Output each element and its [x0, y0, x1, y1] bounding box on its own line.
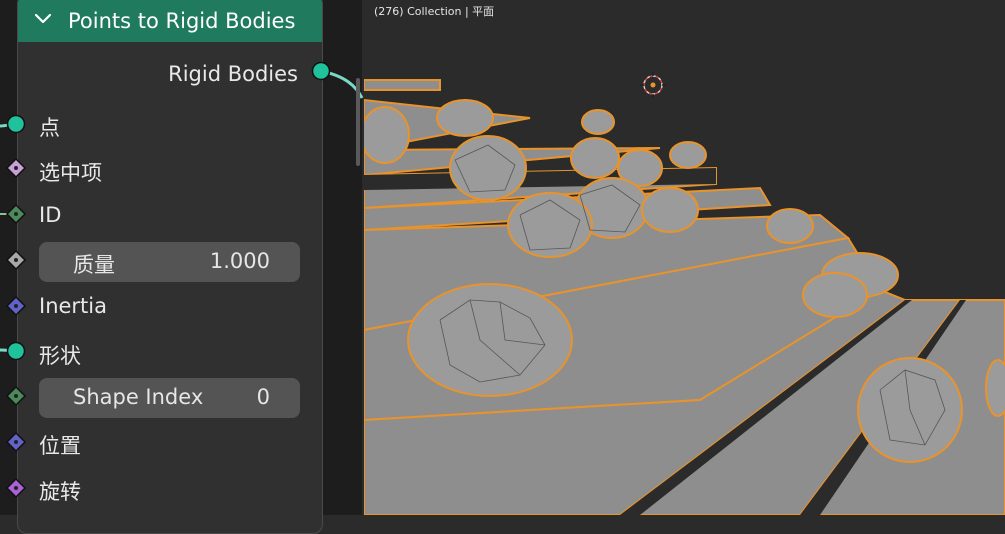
viewport-header-text: (276) Collection | 平面 [374, 5, 495, 18]
node-editor-scrollbar[interactable] [356, 78, 360, 166]
socket-rigid-bodies-output[interactable] [311, 61, 331, 81]
socket-inertia[interactable] [5, 295, 27, 317]
socket-position[interactable] [5, 431, 27, 453]
socket-id[interactable] [5, 203, 27, 225]
socket-selection[interactable] [5, 157, 27, 179]
3d-viewport[interactable]: (276) Collection | 平面 [364, 0, 1005, 515]
socket-shape[interactable] [6, 341, 26, 361]
socket-shape-index[interactable] [5, 385, 27, 407]
socket-rotation[interactable] [5, 477, 27, 499]
socket-mass[interactable] [5, 249, 27, 271]
node-links-layer [0, 61, 364, 499]
socket-points[interactable] [6, 114, 26, 134]
viewport-scene [364, 0, 1005, 515]
